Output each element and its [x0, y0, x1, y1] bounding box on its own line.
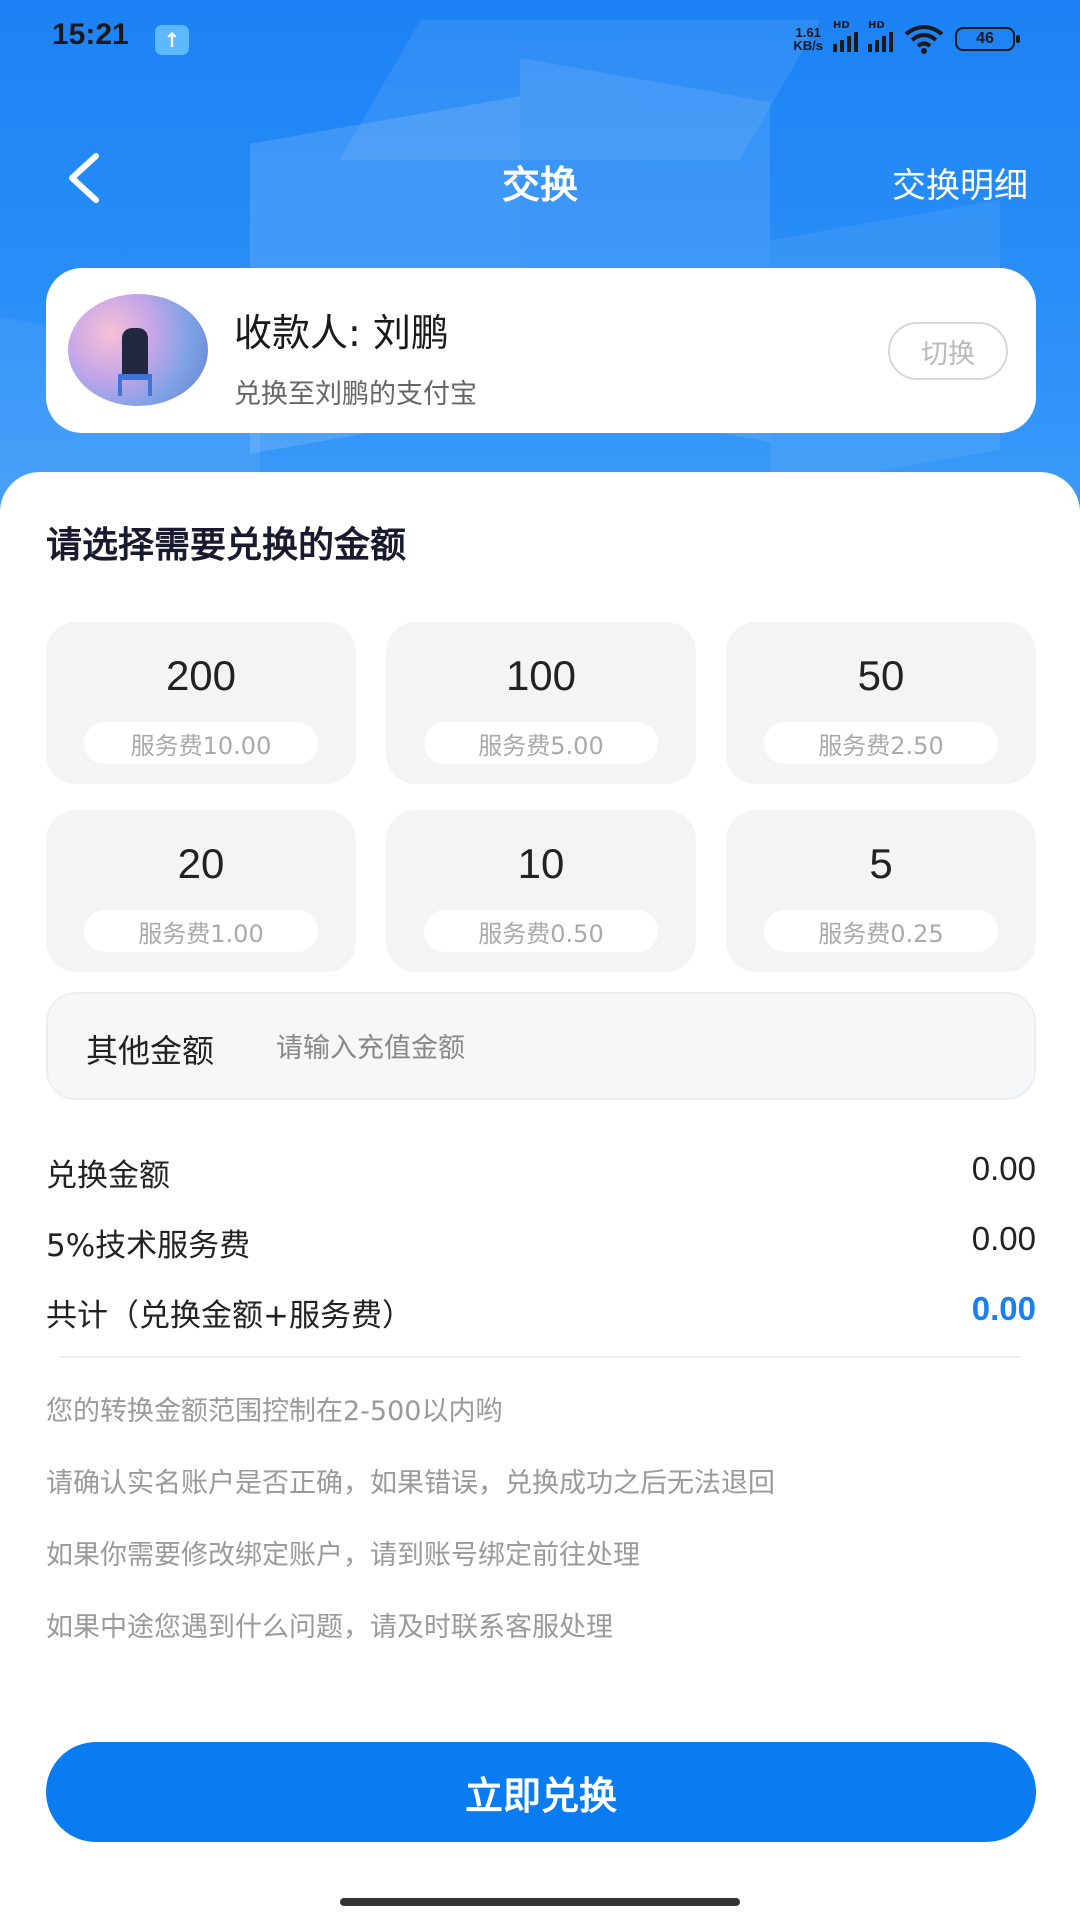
- amount-option-5[interactable]: 5 服务费0.25: [726, 810, 1036, 972]
- notes-list: 您的转换金额范围控制在2-500以内哟 请确认实名账户是否正确，如果错误，兑换成…: [46, 1392, 1036, 1680]
- switch-payee-button[interactable]: 切换: [888, 322, 1008, 380]
- other-amount-label: 其他金额: [86, 1032, 215, 1070]
- amount-option-200[interactable]: 200 服务费10.00: [46, 622, 356, 784]
- divider: [60, 1356, 1020, 1358]
- cell-signal-icon: HD: [868, 20, 893, 52]
- exchange-now-button[interactable]: 立即兑换: [46, 1742, 1036, 1842]
- status-bar: 15:21 ↑ 1.61 KB/s HD HD 46: [0, 0, 1080, 80]
- service-fee-value: 0.00: [971, 1220, 1036, 1257]
- amount-option-100[interactable]: 100 服务费5.00: [386, 622, 696, 784]
- exchange-panel: 请选择需要兑换的金额 200 服务费10.00 100 服务费5.00 50 服…: [0, 472, 1080, 1920]
- note-item: 如果你需要修改绑定账户，请到账号绑定前往处理: [46, 1540, 640, 1571]
- other-amount-input[interactable]: [276, 1020, 976, 1076]
- note-item: 您的转换金额范围控制在2-500以内哟: [46, 1396, 503, 1427]
- amount-option-10[interactable]: 10 服务费0.50: [386, 810, 696, 972]
- navigation-bar: 交换 交换明细: [0, 130, 1080, 220]
- amount-option-20[interactable]: 20 服务费1.00: [46, 810, 356, 972]
- home-indicator[interactable]: [340, 1898, 740, 1906]
- summary: 兑换金额 0.00 5%技术服务费 0.00 共计（兑换金额+服务费） 0.00: [46, 1140, 1036, 1350]
- note-item: 如果中途您遇到什么问题，请及时联系客服处理: [46, 1612, 613, 1643]
- service-fee-row: 5%技术服务费 0.00: [46, 1220, 1036, 1264]
- network-speed: 1.61 KB/s: [793, 25, 823, 53]
- exchange-amount-row: 兑换金额 0.00: [46, 1150, 1036, 1194]
- status-time: 15:21: [52, 18, 129, 51]
- exchange-amount-value: 0.00: [971, 1150, 1036, 1187]
- payee-name: 收款人: 刘鹏: [234, 311, 449, 355]
- upload-notification-icon: ↑: [155, 25, 189, 55]
- exchange-detail-link[interactable]: 交换明细: [892, 158, 1028, 207]
- total-value: 0.00: [971, 1290, 1036, 1327]
- cell-signal-icon: HD: [833, 20, 858, 52]
- other-amount-field: 其他金额: [46, 992, 1036, 1100]
- amount-section-heading: 请选择需要兑换的金额: [46, 525, 407, 566]
- amount-option-50[interactable]: 50 服务费2.50: [726, 622, 1036, 784]
- payee-subtitle: 兑换至刘鹏的支付宝: [234, 379, 477, 410]
- payee-card: 收款人: 刘鹏 兑换至刘鹏的支付宝 切换: [46, 268, 1036, 433]
- wifi-icon: [904, 25, 944, 54]
- total-row: 共计（兑换金额+服务费） 0.00: [46, 1290, 1036, 1334]
- note-item: 请确认实名账户是否正确，如果错误，兑换成功之后无法退回: [46, 1468, 775, 1499]
- battery-icon: 46: [955, 27, 1020, 51]
- avatar: [68, 294, 208, 406]
